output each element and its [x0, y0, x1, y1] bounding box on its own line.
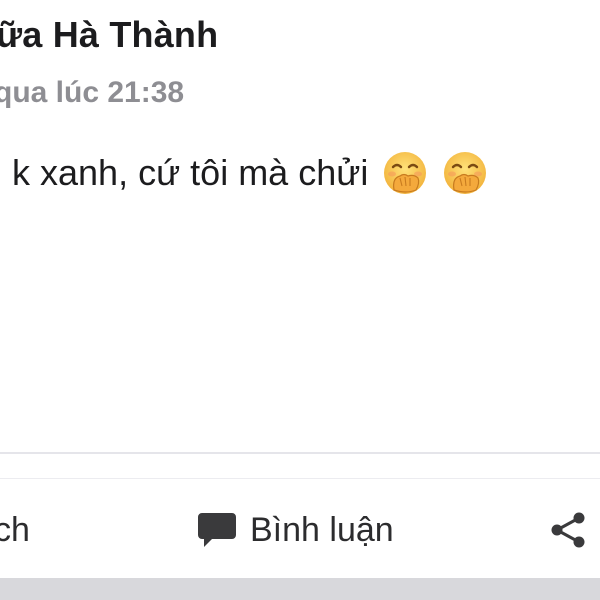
share-button[interactable]	[548, 484, 588, 576]
post-text: k xanh, cứ tôi mà chửi	[12, 152, 369, 193]
divider	[0, 452, 600, 454]
hand-over-mouth-emoji-icon	[382, 150, 428, 196]
like-button[interactable]: ch	[0, 484, 30, 576]
divider	[0, 478, 600, 479]
comment-button[interactable]: Bình luận	[196, 484, 394, 576]
section-separator	[0, 578, 600, 600]
comment-bubble-icon	[196, 510, 238, 550]
comment-label: Bình luận	[250, 510, 394, 549]
hand-over-mouth-emoji-icon	[442, 150, 488, 196]
post-body: k xanh, cứ tôi mà chửi	[12, 150, 488, 196]
author-name[interactable]: ữa Hà Thành	[0, 14, 218, 56]
like-label: ch	[0, 510, 30, 549]
post-actions-bar: ch Bình luận	[0, 484, 600, 576]
post-timestamp[interactable]: qua lúc 21:38	[0, 76, 184, 110]
post-card: ữa Hà Thành qua lúc 21:38 k xanh, cứ tôi…	[0, 0, 600, 600]
share-icon	[548, 510, 588, 550]
